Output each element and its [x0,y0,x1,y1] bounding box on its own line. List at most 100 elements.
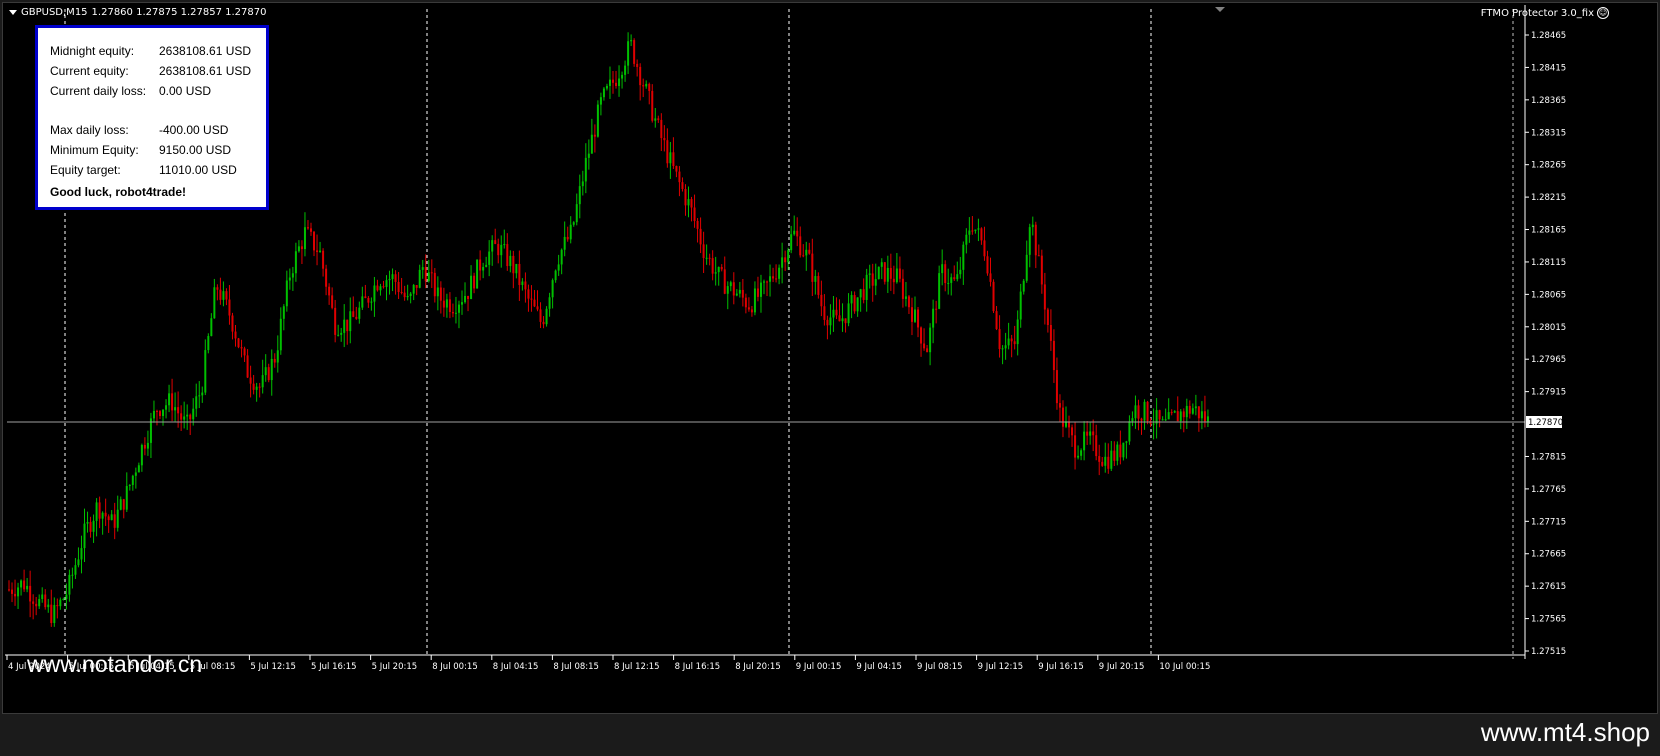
candle-body [20,580,23,588]
candle-body [914,309,916,322]
expert-name: FTMO Protector 3.0_fix [1480,7,1594,19]
candle-body [1077,455,1080,458]
candle-body [753,288,756,313]
chart-shift-marker[interactable] [1215,7,1225,12]
time-tick-label: 9 Jul 04:15 [856,662,902,672]
candle-body [660,119,663,139]
candle-body [618,78,621,87]
candle-body [470,275,473,300]
candle-body [1025,254,1028,281]
candle-body [1031,224,1034,228]
candle-body [678,171,681,183]
candle-body [491,240,494,252]
candle-body [406,295,409,298]
candle-body [699,228,702,245]
candle-body [479,259,482,271]
smiley-icon[interactable]: ☺ [1597,7,1609,19]
candle-body [382,286,385,288]
candle-body [702,244,705,259]
candle-body [1152,423,1155,425]
candle-body [1107,456,1110,469]
candle-body [793,230,796,235]
expert-advisor-label[interactable]: FTMO Protector 3.0_fix ☺ [1481,7,1609,19]
candle-body [630,40,633,42]
candle-body [744,297,747,308]
candle-body [445,299,448,308]
candle-body [270,358,273,381]
candle-body [621,74,624,79]
candle-body [509,255,512,267]
candle-body [992,281,995,312]
candle-body [319,250,322,253]
candle-body [684,189,687,206]
chart-window[interactable]: 1.28465 1.28415 1.28365 1.28315 1.28265 1.282… [2,2,1658,714]
candle-body [11,589,14,594]
price-tick-label: 1.28315 [1531,128,1566,138]
candle-body [128,484,131,487]
candle-body [669,152,672,164]
candle-body [859,289,862,298]
candle-body [35,603,38,607]
candle-body [162,409,165,417]
candle-body [747,307,750,310]
candle-body [820,294,823,307]
candle-body [850,295,853,304]
candle-body [146,442,149,449]
candle-body [633,40,636,64]
candle-body [696,221,699,229]
candle-body [1173,411,1176,413]
candle-body [246,355,249,378]
candle-body [358,307,361,319]
candle-body [415,285,418,288]
candle-body [977,228,980,230]
candle-body [394,274,397,282]
candle-body [1086,431,1089,436]
candle-body [234,331,237,339]
candle-body [370,301,373,303]
candle-body [195,396,198,409]
time-tick-label: 9 Jul 16:15 [1038,662,1084,672]
candle-body [790,234,793,251]
candle-body [155,410,158,412]
candle-body [412,285,415,294]
candle-body [596,104,599,137]
candle-body [174,407,177,411]
candle-body [376,285,379,291]
candle-body [313,231,316,251]
panel-spacer [50,101,256,120]
candle-body [726,286,729,294]
candle-body [551,280,554,298]
candle-body [944,264,947,284]
candle-body [506,244,509,267]
candle-body [101,512,104,519]
candle-body [892,278,895,283]
candle-body [467,295,470,300]
price-tick-label: 1.28065 [1531,290,1566,300]
candle-body [1128,421,1131,442]
candle-body [720,266,723,270]
candle-body [862,289,865,300]
price-axis[interactable]: 1.28465 1.28415 1.28365 1.28315 1.28265 1.282… [1525,31,1566,657]
candle-body [1104,456,1107,466]
time-tick-label: 8 Jul 08:15 [553,662,599,672]
candle-body [917,309,920,328]
candle-body [983,240,986,257]
candle-body [901,278,904,299]
candle-body [267,367,270,381]
candle-body [563,236,566,250]
candle-body [355,316,358,319]
candle-body [772,276,775,279]
candle-body [457,304,460,313]
candle-body [681,182,684,190]
candle-body [920,327,923,344]
candle-body [847,303,850,324]
candle-body [1119,444,1122,458]
candle-body [639,66,642,86]
candle-body [92,520,95,532]
candle-body [198,395,201,397]
candle-body [781,257,784,268]
candle-body [26,585,29,590]
candle-body [1110,450,1113,469]
chart-menu-icon[interactable] [9,10,17,15]
equity-target-row: Equity target: 11010.00 USD [50,160,256,180]
